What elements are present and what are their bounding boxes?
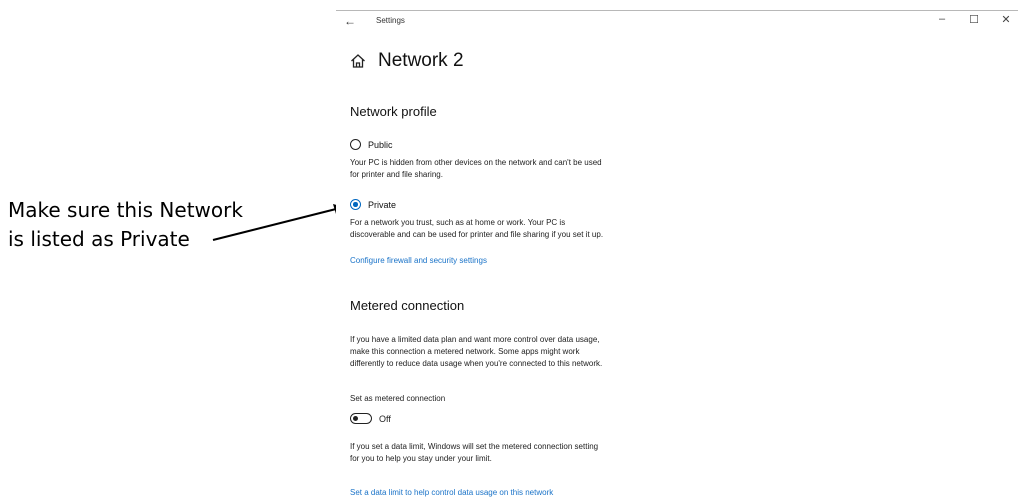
private-radio-option[interactable]: Private <box>350 199 396 210</box>
page-header: Network 2 <box>350 50 464 72</box>
private-description-line-1: For a network you trust, such as at home… <box>350 218 566 227</box>
callout-annotation: Make sure this Network is listed as Priv… <box>8 196 243 254</box>
public-description-line-2: for printer and file sharing. <box>350 170 443 179</box>
data-limit-description-line-1: If you set a data limit, Windows will se… <box>350 442 599 451</box>
metered-description-line-2: make this connection a metered network. … <box>350 347 580 356</box>
metered-toggle-heading: Set as metered connection <box>350 394 446 403</box>
close-button[interactable]: ✕ <box>996 13 1016 26</box>
metered-toggle-state: Off <box>379 413 391 424</box>
private-radio-label: Private <box>368 199 397 210</box>
metered-toggle-switch[interactable] <box>350 413 372 424</box>
configure-firewall-link[interactable]: Configure firewall and security settings <box>350 256 487 265</box>
metered-toggle-row: Off <box>350 413 391 424</box>
page-title: Network 2 <box>378 50 464 71</box>
public-description: Your PC is hidden from other devices on … <box>350 157 690 181</box>
callout-line-2: is listed as Private <box>8 227 190 251</box>
window-title: Settings <box>376 16 405 25</box>
private-radio[interactable] <box>350 199 361 210</box>
back-arrow-icon[interactable]: ← <box>344 14 356 28</box>
metered-connection-heading: Metered connection <box>350 298 465 313</box>
set-data-limit-link[interactable]: Set a data limit to help control data us… <box>350 488 553 497</box>
settings-window: ← Settings – ☐ ✕ Network 2 Network profi… <box>336 0 1018 502</box>
public-description-line-1: Your PC is hidden from other devices on … <box>350 158 602 167</box>
home-icon <box>351 54 365 68</box>
network-profile-heading: Network profile <box>350 104 437 119</box>
public-radio[interactable] <box>350 139 361 150</box>
data-limit-description: If you set a data limit, Windows will se… <box>350 441 690 465</box>
minimize-button[interactable]: – <box>932 13 952 25</box>
private-description: For a network you trust, such as at home… <box>350 217 690 241</box>
metered-description-line-1: If you have a limited data plan and want… <box>350 335 600 344</box>
metered-description-line-3: differently to reduce data usage when yo… <box>350 359 603 368</box>
public-radio-label: Public <box>368 139 393 150</box>
metered-description: If you have a limited data plan and want… <box>350 334 690 370</box>
maximize-button[interactable]: ☐ <box>964 13 984 26</box>
public-radio-option[interactable]: Public <box>350 139 393 150</box>
data-limit-description-line-2: for you to help you stay under your limi… <box>350 454 492 463</box>
private-description-line-2: discoverable and can be used for printer… <box>350 230 604 239</box>
callout-line-1: Make sure this Network <box>8 198 243 222</box>
titlebar: ← Settings – ☐ ✕ <box>336 11 1018 35</box>
